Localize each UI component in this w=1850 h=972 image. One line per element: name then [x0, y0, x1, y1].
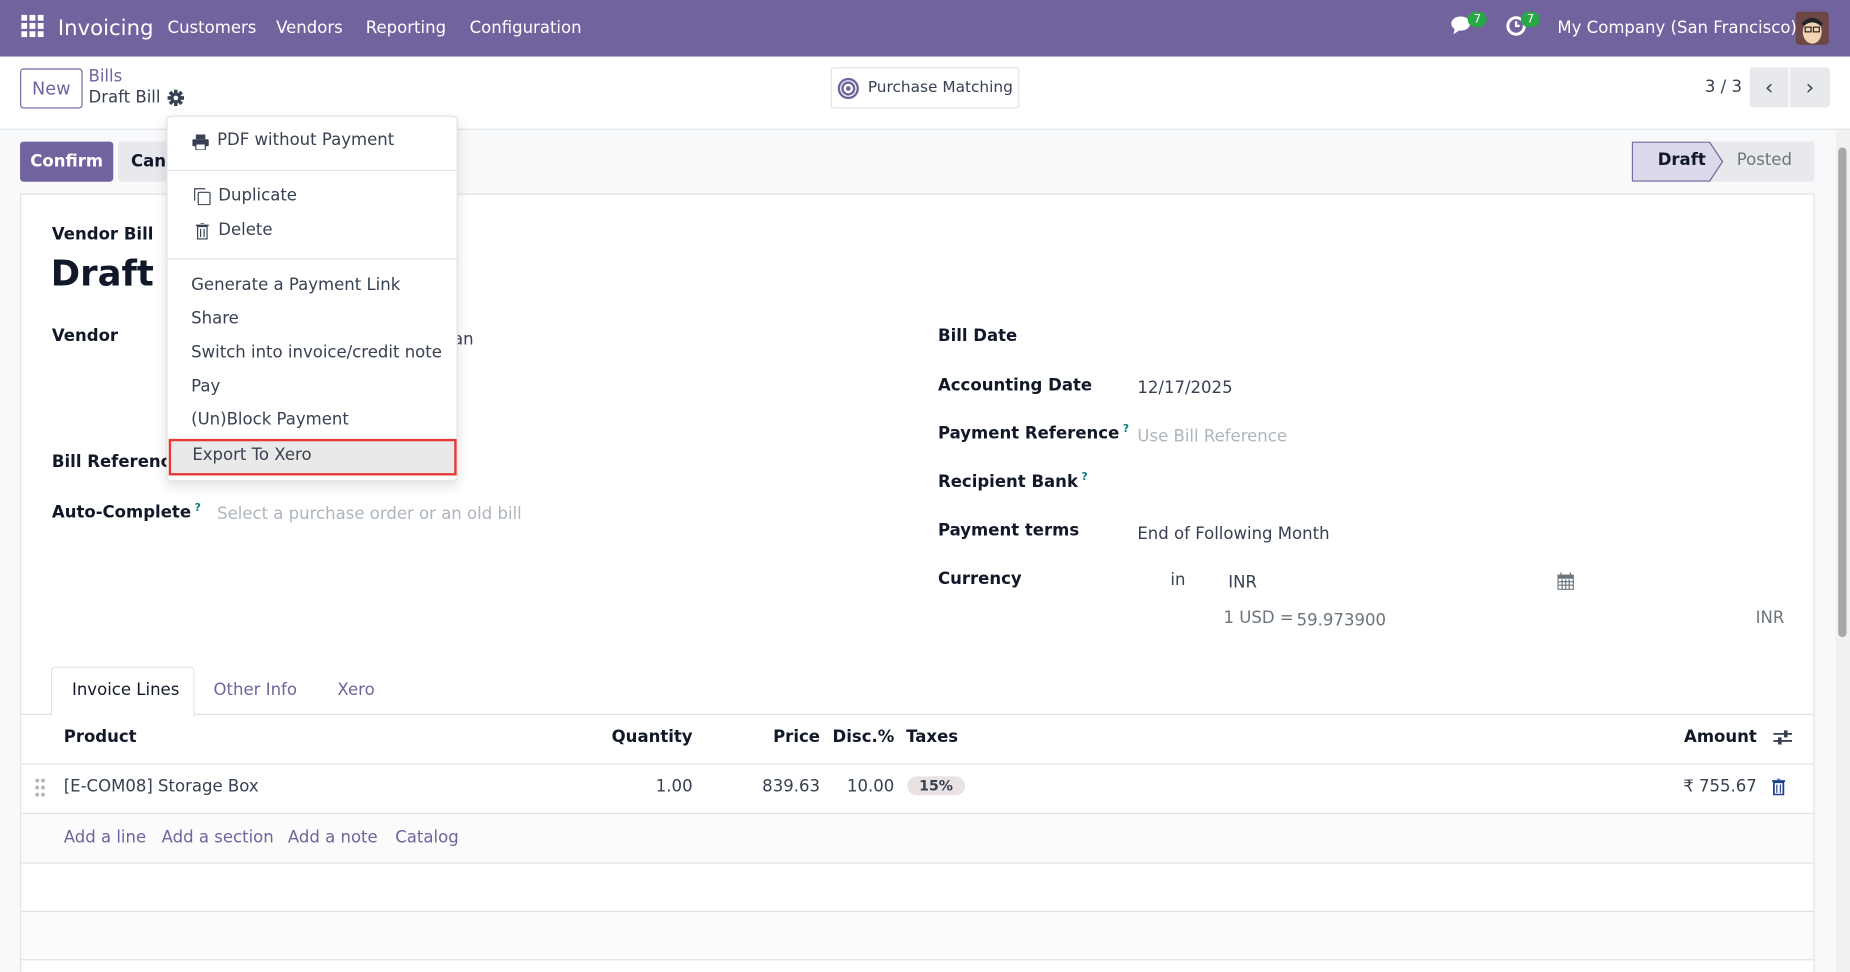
dropdown-divider: [167, 169, 457, 172]
user-avatar[interactable]: [1795, 11, 1829, 45]
col-amount[interactable]: Amount: [1684, 728, 1757, 747]
status-bar: Draft Posted: [1631, 141, 1815, 182]
breadcrumb-current: Draft Bill: [88, 88, 161, 108]
app-name[interactable]: Invoicing: [58, 16, 154, 41]
menu-reporting[interactable]: Reporting: [366, 19, 446, 38]
menu-pdf-without-payment[interactable]: PDF without Payment: [217, 131, 394, 150]
menu-configuration[interactable]: Configuration: [470, 19, 582, 38]
menu-duplicate[interactable]: Duplicate: [218, 186, 297, 205]
menu-share[interactable]: Share: [191, 309, 239, 328]
catalog-link[interactable]: Catalog: [395, 828, 458, 847]
status-draft[interactable]: Draft: [1658, 151, 1706, 170]
row-product[interactable]: [E-COM08] Storage Box: [64, 778, 259, 797]
row-disc[interactable]: 10.00: [847, 778, 894, 797]
menu-switch-invoice-credit-note[interactable]: Switch into invoice/credit note: [191, 343, 442, 362]
trash-icon: [195, 222, 209, 244]
row-divider: [21, 862, 1814, 864]
optional-columns-icon[interactable]: [1773, 729, 1793, 750]
bill-reference-label: Bill Reference: [51, 453, 182, 472]
bill-date-label: Bill Date: [937, 326, 1018, 346]
autocomplete-input[interactable]: Select a purchase order or an old bill: [217, 505, 522, 524]
status-posted[interactable]: Posted: [1737, 151, 1792, 170]
add-section-link[interactable]: Add a section: [162, 828, 274, 847]
chevron-right-icon: ›: [1805, 74, 1815, 100]
payment-reference-input[interactable]: Use Bill Reference: [1137, 427, 1287, 446]
accounting-date-input[interactable]: 12/17/2025: [1137, 379, 1232, 398]
table-row[interactable]: [E-COM08] Storage Box 1.00 839.63 10.00 …: [21, 765, 1813, 813]
autocomplete-label: Auto-Complete?: [51, 502, 201, 523]
gear-icon[interactable]: [167, 89, 185, 111]
menu-unblock-payment[interactable]: (Un)Block Payment: [191, 411, 349, 430]
messages-count-badge: 7: [1467, 11, 1488, 28]
col-product[interactable]: Product: [64, 728, 137, 747]
menu-export-to-xero[interactable]: Export To Xero: [168, 438, 457, 476]
chevron-left-icon: ‹: [1764, 74, 1774, 100]
printer-icon: [192, 134, 209, 155]
purchase-matching-button[interactable]: Purchase Matching: [830, 67, 1020, 109]
col-quantity[interactable]: Quantity: [612, 728, 693, 747]
drag-handle-icon[interactable]: [35, 778, 45, 803]
new-button[interactable]: New: [20, 68, 83, 109]
menu-vendors[interactable]: Vendors: [276, 19, 343, 38]
confirm-button[interactable]: Confirm: [20, 141, 114, 182]
pager-value[interactable]: 3 / 3: [1705, 78, 1742, 97]
help-icon[interactable]: ?: [1123, 424, 1129, 436]
top-navbar: Invoicing Customers Vendors Reporting Co…: [0, 0, 1850, 57]
rate-input[interactable]: 59.973900: [1297, 611, 1386, 630]
duplicate-icon: [193, 188, 211, 210]
currency-in-text: in: [1170, 571, 1186, 590]
col-disc[interactable]: Disc.%: [832, 728, 894, 747]
add-note-link[interactable]: Add a note: [288, 828, 378, 847]
document-name: Draft: [50, 253, 154, 295]
payment-reference-label: Payment Reference?: [937, 423, 1130, 444]
row-divider: [21, 959, 1814, 961]
menu-generate-payment-link[interactable]: Generate a Payment Link: [191, 276, 400, 295]
currency-label: Currency: [937, 569, 1022, 589]
purchase-matching-label: Purchase Matching: [867, 79, 1013, 97]
add-line-link[interactable]: Add a line: [64, 828, 146, 847]
tab-invoice-lines[interactable]: Invoice Lines: [50, 666, 195, 717]
pager-next-button[interactable]: ›: [1789, 67, 1830, 108]
actions-dropdown: PDF without Payment Duplicate Delete Gen…: [166, 115, 458, 482]
menu-delete[interactable]: Delete: [218, 221, 272, 240]
row-amount: ₹ 755.67: [1683, 777, 1757, 797]
row-quantity[interactable]: 1.00: [656, 778, 693, 797]
tab-other-info[interactable]: Other Info: [214, 681, 297, 700]
currency-input[interactable]: INR: [1228, 573, 1257, 592]
help-icon[interactable]: ?: [195, 503, 201, 515]
tab-invoice-lines-label: Invoice Lines: [71, 680, 180, 700]
breadcrumb-bills[interactable]: Bills: [88, 67, 122, 86]
empty-row: [21, 912, 1814, 960]
activities-count-badge: 7: [1520, 11, 1541, 28]
menu-customers[interactable]: Customers: [168, 19, 257, 38]
accounting-date-label: Accounting Date: [937, 376, 1093, 396]
trash-icon[interactable]: [1772, 777, 1786, 800]
target-icon: [837, 77, 859, 99]
rate-prefix: 1 USD =: [1223, 608, 1294, 628]
rate-currency: INR: [1755, 608, 1785, 628]
payment-terms-label: Payment terms: [937, 521, 1080, 541]
recipient-bank-label: Recipient Bank?: [937, 471, 1088, 492]
vendor-label: Vendor: [51, 326, 119, 346]
menu-export-to-xero-label: Export To Xero: [192, 445, 312, 465]
row-price[interactable]: 839.63: [762, 778, 820, 797]
menu-pay[interactable]: Pay: [191, 378, 220, 397]
tax-badge[interactable]: 15%: [907, 776, 965, 796]
tabs-divider: [21, 713, 1814, 715]
calendar-icon[interactable]: [1557, 572, 1574, 594]
app-root: Invoicing Customers Vendors Reporting Co…: [0, 0, 1850, 972]
scrollbar-thumb[interactable]: [1838, 147, 1847, 638]
company-switcher[interactable]: My Company (San Francisco): [1557, 19, 1796, 38]
tab-xero[interactable]: Xero: [337, 681, 374, 700]
scrollbar[interactable]: [1835, 129, 1850, 972]
col-taxes[interactable]: Taxes: [906, 728, 958, 747]
help-icon[interactable]: ?: [1081, 472, 1087, 484]
col-price[interactable]: Price: [773, 728, 820, 747]
add-line-row: Add a line Add a section Add a note Cata…: [21, 814, 1814, 863]
dropdown-divider: [167, 258, 457, 260]
document-type: Vendor Bill: [51, 225, 154, 245]
pager-previous-button[interactable]: ‹: [1749, 67, 1789, 108]
app-grid-icon[interactable]: [21, 14, 44, 42]
payment-terms-input[interactable]: End of Following Month: [1137, 525, 1329, 544]
